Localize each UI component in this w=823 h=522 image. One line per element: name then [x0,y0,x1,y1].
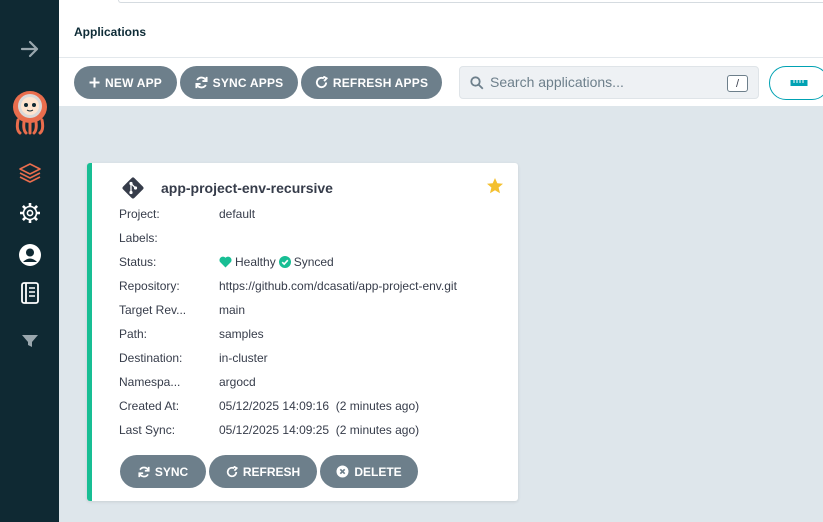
created-at-row: Created At: 05/12/2025 14:09:16 (2 minut… [119,398,519,414]
repository-row: Repository: https://github.com/dcasati/a… [119,278,519,294]
page-header: Applications [59,6,823,58]
status-label: Status: [119,255,157,269]
toolbar: NEW APP SYNC APPS REFRESH APPS Search ap… [59,58,823,106]
search-input[interactable]: Search applications... [490,74,624,90]
sync-apps-label: SYNC APPS [212,75,284,90]
sidebar-expand-button[interactable] [0,38,59,60]
search-box[interactable]: Search applications... / [459,66,759,99]
created-at-value: 05/12/2025 14:09:16 (2 minutes ago) [219,399,420,413]
repository-value[interactable]: https://github.com/dcasati/app-project-e… [219,278,457,294]
sidebar-item-settings[interactable] [0,200,59,226]
sync-button[interactable]: SYNC [120,455,206,488]
ruler-icon [790,80,808,86]
delete-button[interactable]: DELETE [320,455,418,488]
close-circle-icon [336,465,349,478]
last-sync-label: Last Sync: [119,423,176,437]
target-revision-row: Target Rev... main [119,302,519,318]
namespace-label: Namespa... [119,375,181,389]
status-value: Healthy Synced [219,254,334,270]
sidebar-item-applications[interactable] [0,160,59,186]
refresh-label: REFRESH [242,464,301,479]
user-icon [18,244,41,266]
target-revision-label: Target Rev... [119,303,187,317]
application-tile[interactable]: app-project-env-recursive Project: defau… [87,163,518,501]
book-icon [20,282,39,304]
sidebar-item-user[interactable] [0,242,59,268]
search-icon [470,76,484,90]
sync-status: Synced [293,255,334,269]
refresh-apps-label: REFRESH APPS [332,75,429,90]
gear-icon [19,203,40,223]
favorite-star-icon[interactable] [486,177,504,195]
refresh-icon [226,465,238,477]
path-label: Path: [119,327,148,341]
argo-logo-icon [12,91,47,135]
path-row: Path: samples [119,326,519,342]
repository-label: Repository: [119,279,180,293]
destination-value: in-cluster [219,351,268,365]
refresh-apps-button[interactable]: REFRESH APPS [301,66,442,99]
git-icon [122,177,144,199]
filter-icon [21,335,38,347]
last-sync-value: 05/12/2025 14:09:25 (2 minutes ago) [219,423,420,437]
top-border [118,0,823,3]
health-status: Healthy [235,255,276,269]
sync-icon [138,466,150,477]
destination-label: Destination: [119,351,183,365]
project-label: Project: [119,207,160,221]
project-row: Project: default [119,206,519,222]
destination-row: Destination: in-cluster [119,350,519,366]
sidebar-item-filter[interactable] [0,330,59,352]
sidebar [0,0,59,522]
view-mode-button[interactable] [769,66,823,100]
search-shortcut-key: / [727,75,748,92]
path-value: samples [219,327,264,341]
sync-apps-button[interactable]: SYNC APPS [180,66,298,99]
created-at-label: Created At: [119,399,180,413]
status-row: Status: Healthy Synced [119,254,519,270]
page-title: Applications [74,25,147,39]
sync-label: SYNC [154,464,189,479]
project-value: default [219,207,256,221]
new-app-button[interactable]: NEW APP [74,66,177,99]
refresh-icon [315,76,328,89]
check-circle-icon [278,256,291,268]
argo-logo[interactable] [0,86,59,136]
labels-label: Labels: [119,231,158,245]
labels-row: Labels: [119,230,519,246]
target-revision-value: main [219,303,246,317]
sidebar-item-docs[interactable] [0,280,59,306]
namespace-value: argocd [219,375,256,389]
refresh-button[interactable]: REFRESH [209,455,317,488]
plus-icon [89,77,100,88]
delete-label: DELETE [354,464,402,479]
heart-icon [219,256,232,268]
last-sync-row: Last Sync: 05/12/2025 14:09:25 (2 minute… [119,422,519,438]
namespace-row: Namespa... argocd [119,374,519,390]
sync-icon [195,76,208,89]
arrow-right-icon [20,40,38,58]
new-app-label: NEW APP [105,75,162,90]
applications-content: app-project-env-recursive Project: defau… [59,106,823,522]
layers-icon [18,163,41,183]
app-name[interactable]: app-project-env-recursive [161,180,333,196]
